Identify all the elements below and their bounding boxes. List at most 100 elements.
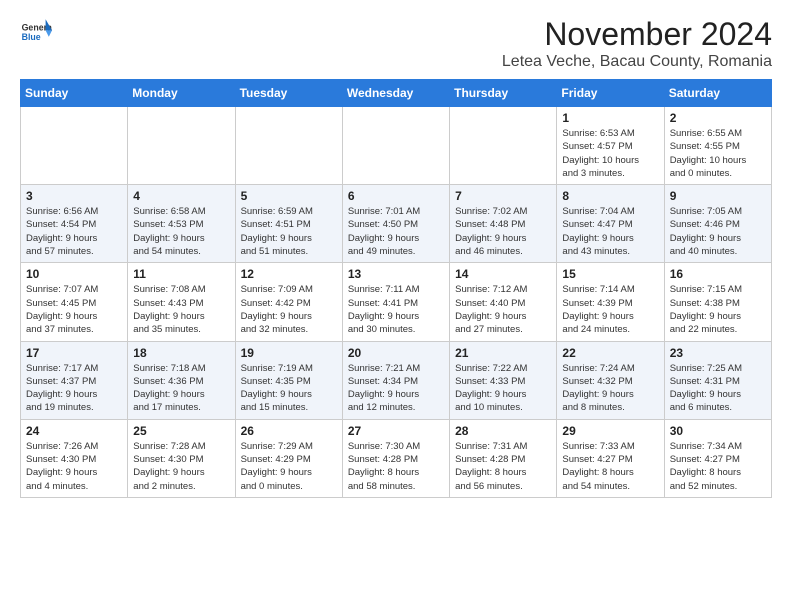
day-cell: 24 Sunrise: 7:26 AM Sunset: 4:30 PM Dayli…	[21, 419, 128, 497]
day-info: Sunrise: 7:28 AM Sunset: 4:30 PM Dayligh…	[133, 440, 229, 493]
week-row-4: 24 Sunrise: 7:26 AM Sunset: 4:30 PM Dayli…	[21, 419, 772, 497]
day-info: Sunrise: 7:12 AM Sunset: 4:40 PM Dayligh…	[455, 283, 551, 336]
day-cell: 10Sunrise: 7:07 AM Sunset: 4:45 PM Dayli…	[21, 263, 128, 341]
day-cell: 30 Sunrise: 7:34 AM Sunset: 4:27 PM Dayli…	[664, 419, 771, 497]
calendar: SundayMondayTuesdayWednesdayThursdayFrid…	[20, 79, 772, 498]
day-cell: 14 Sunrise: 7:12 AM Sunset: 4:40 PM Dayli…	[450, 263, 557, 341]
title-block: November 2024 Letea Veche, Bacau County,…	[502, 16, 772, 71]
day-cell: 29 Sunrise: 7:33 AM Sunset: 4:27 PM Dayli…	[557, 419, 664, 497]
day-number: 28	[455, 424, 551, 438]
day-cell: 8 Sunrise: 7:04 AM Sunset: 4:47 PM Daylig…	[557, 185, 664, 263]
day-info: Sunrise: 7:33 AM Sunset: 4:27 PM Dayligh…	[562, 440, 658, 493]
day-info: Sunrise: 6:59 AM Sunset: 4:51 PM Dayligh…	[241, 205, 337, 258]
day-info: Sunrise: 7:02 AM Sunset: 4:48 PM Dayligh…	[455, 205, 551, 258]
day-info: Sunrise: 6:53 AM Sunset: 4:57 PM Dayligh…	[562, 127, 658, 180]
day-cell: 5 Sunrise: 6:59 AM Sunset: 4:51 PM Daylig…	[235, 185, 342, 263]
day-number: 6	[348, 189, 444, 203]
page: General Blue November 2024 Letea Veche, …	[0, 0, 792, 508]
day-cell: 27 Sunrise: 7:30 AM Sunset: 4:28 PM Dayli…	[342, 419, 449, 497]
day-number: 18	[133, 346, 229, 360]
day-cell: 2 Sunrise: 6:55 AM Sunset: 4:55 PM Daylig…	[664, 107, 771, 185]
header: General Blue November 2024 Letea Veche, …	[20, 16, 772, 71]
day-cell: 6 Sunrise: 7:01 AM Sunset: 4:50 PM Daylig…	[342, 185, 449, 263]
day-number: 10	[26, 267, 122, 281]
day-cell: 17 Sunrise: 7:17 AM Sunset: 4:37 PM Dayli…	[21, 341, 128, 419]
day-number: 17	[26, 346, 122, 360]
day-info: Sunrise: 7:30 AM Sunset: 4:28 PM Dayligh…	[348, 440, 444, 493]
day-number: 22	[562, 346, 658, 360]
day-number: 15	[562, 267, 658, 281]
location: Letea Veche, Bacau County, Romania	[502, 53, 772, 71]
day-info: Sunrise: 7:22 AM Sunset: 4:33 PM Dayligh…	[455, 362, 551, 415]
day-info: Sunrise: 6:55 AM Sunset: 4:55 PM Dayligh…	[670, 127, 766, 180]
day-number: 5	[241, 189, 337, 203]
month-year: November 2024	[502, 16, 772, 53]
day-number: 12	[241, 267, 337, 281]
day-info: Sunrise: 7:25 AM Sunset: 4:31 PM Dayligh…	[670, 362, 766, 415]
day-info: Sunrise: 7:15 AM Sunset: 4:38 PM Dayligh…	[670, 283, 766, 336]
day-cell: 21 Sunrise: 7:22 AM Sunset: 4:33 PM Dayli…	[450, 341, 557, 419]
day-cell: 4 Sunrise: 6:58 AM Sunset: 4:53 PM Daylig…	[128, 185, 235, 263]
day-number: 26	[241, 424, 337, 438]
day-info: Sunrise: 7:24 AM Sunset: 4:32 PM Dayligh…	[562, 362, 658, 415]
day-number: 14	[455, 267, 551, 281]
logo: General Blue	[20, 16, 52, 48]
day-number: 29	[562, 424, 658, 438]
day-info: Sunrise: 7:08 AM Sunset: 4:43 PM Dayligh…	[133, 283, 229, 336]
day-info: Sunrise: 7:19 AM Sunset: 4:35 PM Dayligh…	[241, 362, 337, 415]
day-number: 21	[455, 346, 551, 360]
day-cell: 23Sunrise: 7:25 AM Sunset: 4:31 PM Dayli…	[664, 341, 771, 419]
day-number: 24	[26, 424, 122, 438]
day-info: Sunrise: 7:09 AM Sunset: 4:42 PM Dayligh…	[241, 283, 337, 336]
day-number: 1	[562, 111, 658, 125]
day-number: 20	[348, 346, 444, 360]
day-number: 30	[670, 424, 766, 438]
day-cell: 1 Sunrise: 6:53 AM Sunset: 4:57 PM Daylig…	[557, 107, 664, 185]
day-info: Sunrise: 7:01 AM Sunset: 4:50 PM Dayligh…	[348, 205, 444, 258]
weekday-saturday: Saturday	[664, 80, 771, 107]
day-number: 25	[133, 424, 229, 438]
day-info: Sunrise: 7:17 AM Sunset: 4:37 PM Dayligh…	[26, 362, 122, 415]
day-number: 19	[241, 346, 337, 360]
week-row-3: 17 Sunrise: 7:17 AM Sunset: 4:37 PM Dayli…	[21, 341, 772, 419]
day-cell: 7 Sunrise: 7:02 AM Sunset: 4:48 PM Daylig…	[450, 185, 557, 263]
day-info: Sunrise: 7:18 AM Sunset: 4:36 PM Dayligh…	[133, 362, 229, 415]
day-cell	[235, 107, 342, 185]
logo-icon: General Blue	[20, 16, 52, 48]
day-info: Sunrise: 7:31 AM Sunset: 4:28 PM Dayligh…	[455, 440, 551, 493]
day-number: 27	[348, 424, 444, 438]
day-number: 2	[670, 111, 766, 125]
day-number: 7	[455, 189, 551, 203]
day-cell: 25 Sunrise: 7:28 AM Sunset: 4:30 PM Dayli…	[128, 419, 235, 497]
day-number: 3	[26, 189, 122, 203]
week-row-2: 10Sunrise: 7:07 AM Sunset: 4:45 PM Dayli…	[21, 263, 772, 341]
day-cell: 11 Sunrise: 7:08 AM Sunset: 4:43 PM Dayli…	[128, 263, 235, 341]
day-info: Sunrise: 7:34 AM Sunset: 4:27 PM Dayligh…	[670, 440, 766, 493]
day-cell	[128, 107, 235, 185]
day-cell: 3Sunrise: 6:56 AM Sunset: 4:54 PM Daylig…	[21, 185, 128, 263]
day-cell: 22 Sunrise: 7:24 AM Sunset: 4:32 PM Dayli…	[557, 341, 664, 419]
day-number: 16	[670, 267, 766, 281]
week-row-0: 1 Sunrise: 6:53 AM Sunset: 4:57 PM Daylig…	[21, 107, 772, 185]
week-row-1: 3Sunrise: 6:56 AM Sunset: 4:54 PM Daylig…	[21, 185, 772, 263]
day-number: 11	[133, 267, 229, 281]
day-info: Sunrise: 7:26 AM Sunset: 4:30 PM Dayligh…	[26, 440, 122, 493]
day-number: 4	[133, 189, 229, 203]
day-number: 13	[348, 267, 444, 281]
weekday-monday: Monday	[128, 80, 235, 107]
day-info: Sunrise: 6:58 AM Sunset: 4:53 PM Dayligh…	[133, 205, 229, 258]
svg-text:Blue: Blue	[22, 32, 41, 42]
day-info: Sunrise: 7:04 AM Sunset: 4:47 PM Dayligh…	[562, 205, 658, 258]
day-cell: 12 Sunrise: 7:09 AM Sunset: 4:42 PM Dayli…	[235, 263, 342, 341]
day-cell: 16 Sunrise: 7:15 AM Sunset: 4:38 PM Dayli…	[664, 263, 771, 341]
day-cell: 13Sunrise: 7:11 AM Sunset: 4:41 PM Dayli…	[342, 263, 449, 341]
day-cell	[21, 107, 128, 185]
day-cell: 15Sunrise: 7:14 AM Sunset: 4:39 PM Dayli…	[557, 263, 664, 341]
weekday-tuesday: Tuesday	[235, 80, 342, 107]
weekday-header-row: SundayMondayTuesdayWednesdayThursdayFrid…	[21, 80, 772, 107]
day-cell: 19 Sunrise: 7:19 AM Sunset: 4:35 PM Dayli…	[235, 341, 342, 419]
day-number: 8	[562, 189, 658, 203]
weekday-thursday: Thursday	[450, 80, 557, 107]
weekday-friday: Friday	[557, 80, 664, 107]
day-info: Sunrise: 7:05 AM Sunset: 4:46 PM Dayligh…	[670, 205, 766, 258]
